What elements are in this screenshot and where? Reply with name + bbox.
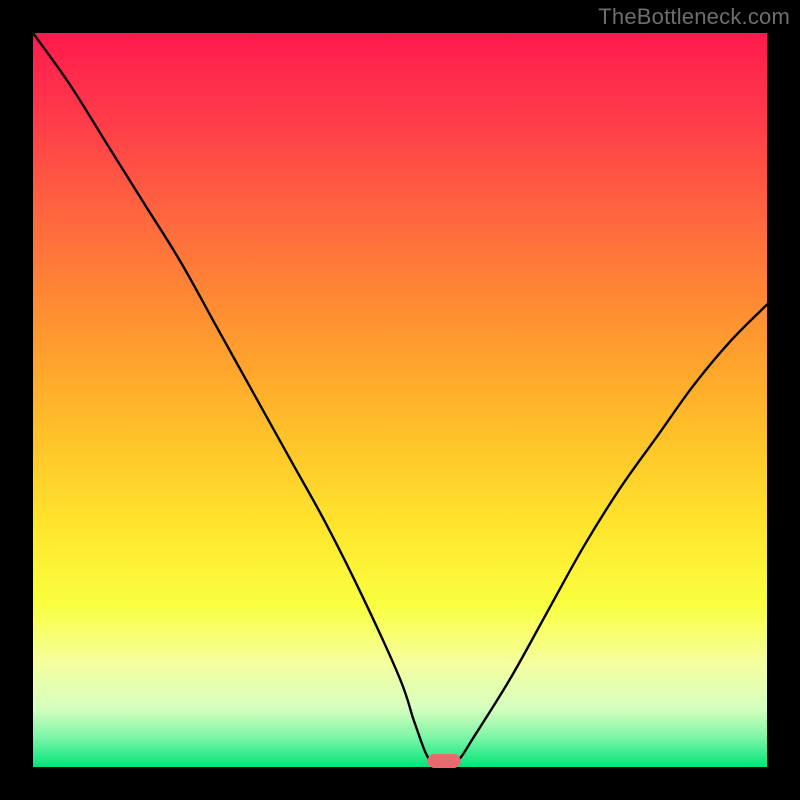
optimal-marker [428,754,461,768]
bottleneck-curve [33,33,767,767]
watermark-text: TheBottleneck.com [598,4,790,30]
chart-frame: TheBottleneck.com [0,0,800,800]
chart-svg [33,33,767,767]
plot-area [33,33,767,767]
